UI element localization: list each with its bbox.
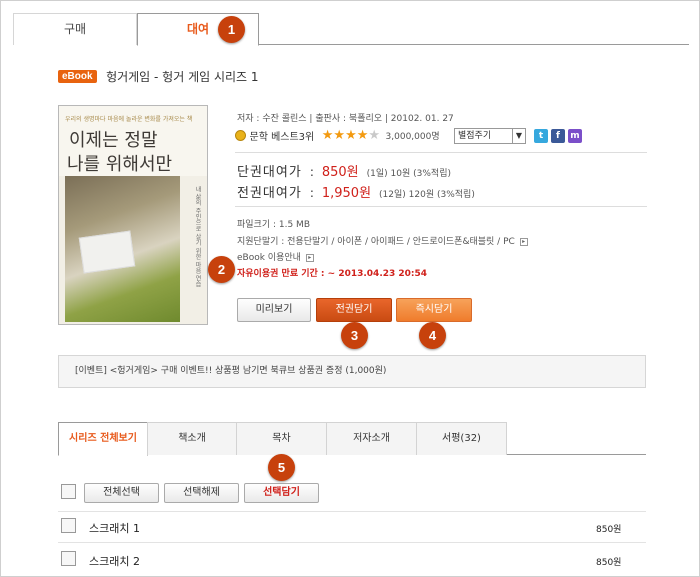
star-icon: ★ xyxy=(321,128,334,143)
book-title: 헝거게임 - 헝거 게임 시리즈 1 xyxy=(106,70,259,84)
callout-badge-5: 5 xyxy=(268,454,295,481)
book-cover[interactable]: 우리의 생명마다 마음에 놀라운 변화를 가져오는 책 이제는 정말 나를 위해… xyxy=(58,105,208,325)
rank-label: 문학 베스트3위 xyxy=(249,132,315,143)
supported-devices-row: 지원단말기 : 전용단말기 / 아이폰 / 아이패드 / 안드로이드폰&태블릿 … xyxy=(237,234,528,247)
star-icon: ★ xyxy=(356,128,369,143)
select-all-checkbox[interactable] xyxy=(61,484,76,499)
item-checkbox[interactable] xyxy=(61,518,76,533)
rating-select-value: 별점주기 xyxy=(458,131,492,141)
full-price: 1,950원 xyxy=(321,186,372,201)
supported-devices: 지원단말기 : 전용단말기 / 아이폰 / 아이패드 / 안드로이드폰&태블릿 … xyxy=(237,237,515,247)
ebook-guide-row: eBook 이용안내 ▸ xyxy=(237,250,314,263)
divider xyxy=(235,152,647,153)
arrow-right-icon[interactable]: ▸ xyxy=(305,253,314,262)
top-tab-bar: 구매 대여 xyxy=(13,13,689,46)
single-price: 850원 xyxy=(321,165,359,180)
full-price-label: 전권대여가 xyxy=(237,186,302,201)
full-price-row: 전권대여가:1,950원 (12일) 120원 (3%적립) xyxy=(237,186,475,201)
add-selected-button[interactable]: 선택담기 xyxy=(244,483,319,503)
list-divider xyxy=(58,542,646,543)
single-price-label: 단권대여가 xyxy=(237,165,302,180)
tab-contents[interactable]: 목차 xyxy=(236,422,327,455)
me2day-icon[interactable]: m xyxy=(568,129,582,143)
event-banner[interactable]: [이벤트] <헝거게임> 구매 이벤트!! 상품평 남기면 북큐브 상품권 증정… xyxy=(58,355,646,388)
full-price-detail: (12일) 120원 (3%적립) xyxy=(379,190,475,200)
callout-badge-3: 3 xyxy=(341,322,368,349)
twitter-icon[interactable]: t xyxy=(534,129,548,143)
cover-book-illustration xyxy=(78,230,136,274)
select-all-button[interactable]: 전체선택 xyxy=(84,483,159,503)
ebook-guide-link[interactable]: eBook 이용안내 xyxy=(237,253,301,263)
file-size: 파일크기 : 1.5 MB xyxy=(237,220,310,230)
tab-author[interactable]: 저자소개 xyxy=(326,422,417,455)
medal-icon xyxy=(235,130,246,141)
list-divider xyxy=(58,511,646,512)
single-price-row: 단권대여가:850원 (1일) 10원 (3%적립) xyxy=(237,165,451,180)
deselect-button[interactable]: 선택해제 xyxy=(164,483,239,503)
callout-badge-1: 1 xyxy=(218,16,245,43)
tab-series-all[interactable]: 시리즈 전체보기 xyxy=(58,422,148,456)
ebook-tag: eBook xyxy=(58,70,97,83)
list-item-name[interactable]: 스크래치 1 xyxy=(89,520,140,536)
divider xyxy=(235,206,647,207)
book-title-row: eBook 헝거게임 - 헝거 게임 시리즈 1 xyxy=(58,68,259,84)
arrow-right-icon[interactable]: ▸ xyxy=(519,237,528,246)
chevron-down-icon: ▼ xyxy=(512,129,525,143)
add-all-to-cart-button[interactable]: 전권담기 xyxy=(316,298,392,322)
tab-book-intro[interactable]: 책소개 xyxy=(147,422,237,455)
star-icon: ★ xyxy=(345,128,357,143)
rating-count: 3,000,000명 xyxy=(385,132,440,142)
callout-badge-2: 2 xyxy=(208,256,235,283)
single-price-detail: (1일) 10원 (3%적립) xyxy=(366,169,451,179)
borrow-now-button[interactable]: 즉시담기 xyxy=(396,298,472,322)
list-item-price: 850원 xyxy=(596,525,622,535)
detail-tab-bar: 시리즈 전체보기 책소개 목차 저자소개 서평(32) xyxy=(58,422,646,456)
page-frame: 구매 대여 1 eBook 헝거게임 - 헝거 게임 시리즈 1 우리의 생명마… xyxy=(0,0,700,577)
rating-select[interactable]: 별점주기 ▼ xyxy=(454,128,526,144)
tab-reviews[interactable]: 서평(32) xyxy=(416,422,507,455)
cover-tagline: 우리의 생명마다 마음에 놀라운 변화를 가져오는 책 xyxy=(65,116,193,123)
list-item-name[interactable]: 스크래치 2 xyxy=(89,553,140,569)
rating-stars: ★★★★★ xyxy=(322,128,380,143)
cover-title-line-2: 나를 위해서만 xyxy=(67,154,173,175)
star-icon: ★ xyxy=(333,128,346,143)
preview-button[interactable]: 미리보기 xyxy=(237,298,311,322)
book-meta: 저자 : 수잔 콜린스 | 출판사 : 북폴리오 | 20102. 01. 27 xyxy=(237,114,454,124)
rental-expiry: 자유이용권 만료 기간 : ~ 2013.04.23 20:54 xyxy=(237,269,428,279)
star-empty-icon: ★ xyxy=(368,128,381,143)
cover-title-line-1: 이제는 정말 xyxy=(69,130,158,151)
facebook-icon[interactable]: f xyxy=(551,129,565,143)
item-checkbox[interactable] xyxy=(61,551,76,566)
callout-badge-4: 4 xyxy=(419,322,446,349)
cover-side-text: 내 삶의 주인으로 살기 위한 마음 연습 xyxy=(194,186,201,288)
list-item-price: 850원 xyxy=(596,558,622,568)
tab-buy[interactable]: 구매 xyxy=(13,13,137,45)
rank-row: 문학 베스트3위 ★★★★★ 3,000,000명 별점주기 ▼ t f m xyxy=(235,128,615,144)
